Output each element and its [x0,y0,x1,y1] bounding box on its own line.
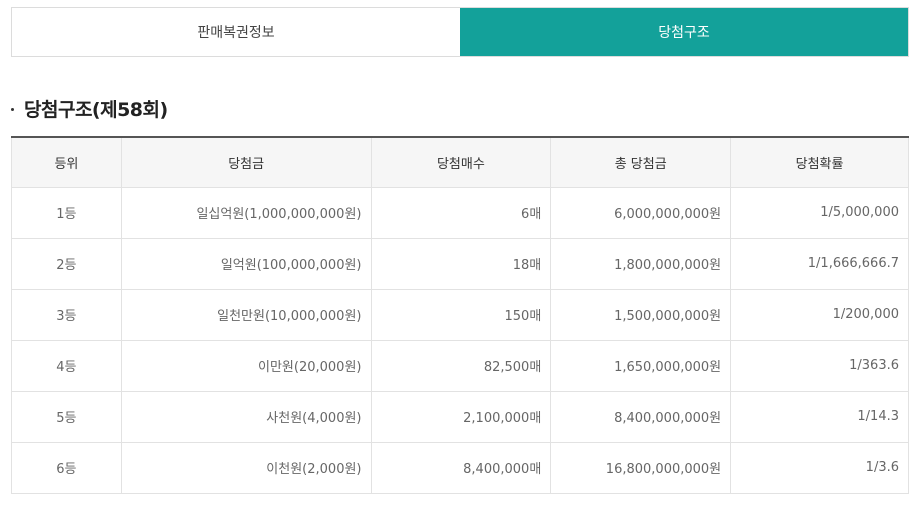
tab-bar: 판매복권정보 당첨구조 [11,7,909,57]
cell-total-prize: 1,650,000,000원 [550,339,732,392]
cell-winning-tickets: 150매 [370,288,552,341]
table-row: 2등 일억원(100,000,000원) 18매 1,800,000,000원 … [11,237,909,290]
bullet-icon [11,107,14,111]
prize-table: 등위 당첨금 당첨매수 총 당첨금 당첨확률 1등 일십억원(1,000,000… [11,136,909,494]
table-row: 4등 이만원(20,000원) 82,500매 1,650,000,000원 1… [11,339,909,392]
cell-total-prize: 1,500,000,000원 [550,288,732,341]
cell-rank: 1등 [11,186,122,239]
cell-winning-tickets: 2,100,000매 [370,390,552,443]
header-total-prize: 총 당첨금 [550,136,732,188]
table-row: 6등 이천원(2,000원) 8,400,000매 16,800,000,000… [11,441,909,494]
cell-winning-tickets: 18매 [370,237,552,290]
header-winning-tickets: 당첨매수 [370,136,552,188]
cell-winning-tickets: 8,400,000매 [370,441,552,494]
cell-winning-tickets: 82,500매 [370,339,552,392]
cell-prize-amount: 일십억원(1,000,000,000원) [120,186,372,239]
cell-probability: 1/14.3 [730,390,909,443]
cell-probability: 1/5,000,000 [730,186,909,239]
cell-probability: 1/363.6 [730,339,909,392]
cell-prize-amount: 이천원(2,000원) [120,441,372,494]
cell-probability: 1/3.6 [730,441,909,494]
section-title: 당첨구조(제58회) [24,98,168,121]
cell-winning-tickets: 6매 [370,186,552,239]
cell-prize-amount: 일천만원(10,000,000원) [120,288,372,341]
cell-rank: 6등 [11,441,122,494]
cell-rank: 3등 [11,288,122,341]
cell-total-prize: 6,000,000,000원 [550,186,732,239]
cell-rank: 4등 [11,339,122,392]
header-rank: 등위 [11,136,122,188]
table-row: 5등 사천원(4,000원) 2,100,000매 8,400,000,000원… [11,390,909,443]
cell-probability: 1/200,000 [730,288,909,341]
cell-probability: 1/1,666,666.7 [730,237,909,290]
cell-prize-amount: 사천원(4,000원) [120,390,372,443]
cell-rank: 5등 [11,390,122,443]
cell-total-prize: 1,800,000,000원 [550,237,732,290]
cell-prize-amount: 이만원(20,000원) [120,339,372,392]
cell-rank: 2등 [11,237,122,290]
tab-sales-info[interactable]: 판매복권정보 [12,8,460,56]
tab-prize-structure[interactable]: 당첨구조 [460,8,908,56]
section-heading: 당첨구조(제58회) [11,94,168,122]
cell-prize-amount: 일억원(100,000,000원) [120,237,372,290]
header-prize-amount: 당첨금 [120,136,372,188]
cell-total-prize: 16,800,000,000원 [550,441,732,494]
header-probability: 당첨확률 [730,136,909,188]
table-row: 1등 일십억원(1,000,000,000원) 6매 6,000,000,000… [11,186,909,239]
table-header-row: 등위 당첨금 당첨매수 총 당첨금 당첨확률 [11,136,909,188]
table-row: 3등 일천만원(10,000,000원) 150매 1,500,000,000원… [11,288,909,341]
cell-total-prize: 8,400,000,000원 [550,390,732,443]
